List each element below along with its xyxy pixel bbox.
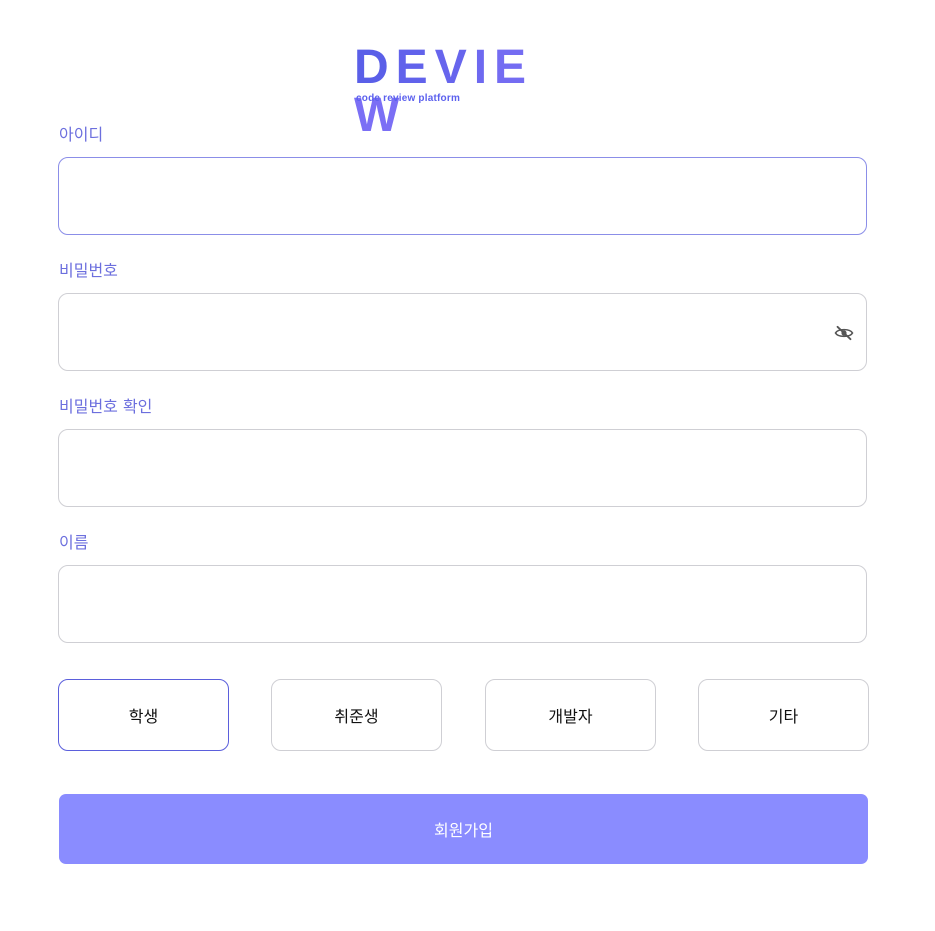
role-button-student[interactable]: 학생: [58, 679, 229, 751]
role-button-developer[interactable]: 개발자: [485, 679, 656, 751]
name-field: [58, 565, 867, 643]
role-button-other[interactable]: 기타: [698, 679, 869, 751]
id-label: 아이디: [59, 125, 104, 144]
logo-letter: D: [354, 41, 396, 94]
password-confirm-input[interactable]: [59, 430, 866, 506]
password-confirm-label: 비밀번호 확인: [59, 397, 153, 416]
password-confirm-field: [58, 429, 867, 507]
password-label: 비밀번호: [59, 261, 118, 280]
role-button-job-seeker[interactable]: 취준생: [271, 679, 442, 751]
deview-logo: DEVIEW code review platform: [354, 44, 574, 140]
logo-letter: E: [395, 41, 435, 94]
name-label: 이름: [59, 533, 89, 552]
logo-tagline: code review platform: [356, 93, 461, 104]
logo-letter: I: [473, 41, 495, 94]
logo-wordmark: DEVIEW: [354, 44, 574, 140]
signup-page: DEVIEW code review platform 아이디 비밀번호 비밀번…: [0, 0, 935, 931]
logo-letter: E: [494, 41, 534, 94]
password-field: [58, 293, 867, 371]
id-field: [58, 157, 867, 235]
password-input[interactable]: [59, 294, 866, 370]
logo-letter: V: [434, 41, 474, 94]
id-input[interactable]: [59, 158, 866, 234]
eye-slash-icon[interactable]: [834, 325, 854, 341]
name-input[interactable]: [59, 566, 866, 642]
signup-button[interactable]: 회원가입: [59, 794, 868, 864]
